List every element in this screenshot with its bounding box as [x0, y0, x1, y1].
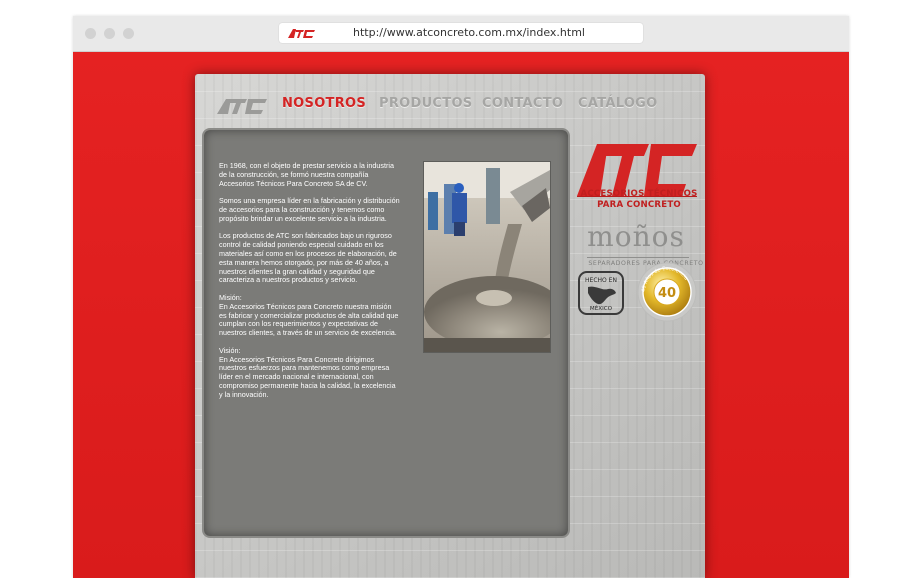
- mexico-text: MÉXICO: [590, 304, 613, 312]
- page-background: NOSOTROS PRODUCTOS CONTACTO CATÁLOGO En …: [73, 52, 849, 578]
- main-nav: NOSOTROS PRODUCTOS CONTACTO CATÁLOGO: [195, 74, 705, 124]
- window-close-dot[interactable]: [85, 28, 96, 39]
- paragraph-leader: Somos una empresa líder en la fabricació…: [219, 196, 400, 223]
- url-text[interactable]: http://www.atconcreto.com.mx/index.html: [353, 26, 585, 39]
- paragraph-quality: Los productos de ATC son fabricados bajo…: [219, 231, 397, 285]
- about-text: En 1968, con el objeto de prestar servic…: [219, 161, 401, 408]
- forty-years-seal: 40 Años de Excelencia 40: [637, 262, 697, 322]
- monos-logo[interactable]: moños: [581, 220, 691, 253]
- window-minimize-dot[interactable]: [104, 28, 115, 39]
- mision-section: Misión: En Accesorios Técnicos para Conc…: [219, 293, 401, 338]
- brand-subtitle-line1: ACCESORIOS TÉCNICOS: [580, 189, 698, 199]
- mision-text: En Accesorios Técnicos para Concreto nue…: [219, 301, 399, 338]
- content-box: En 1968, con el objeto de prestar servic…: [202, 128, 570, 538]
- browser-toolbar: http://www.atconcreto.com.mx/index.html: [73, 16, 849, 52]
- window-maximize-dot[interactable]: [123, 28, 134, 39]
- vision-section: Visión: En Accesorios Técnicos Para Conc…: [219, 346, 401, 400]
- eagle-icon: [588, 286, 616, 305]
- address-bar[interactable]: http://www.atconcreto.com.mx/index.html: [279, 23, 643, 43]
- nav-catalogo[interactable]: CATÁLOGO: [578, 96, 658, 111]
- vision-text: En Accesorios Técnicos Para Concreto dir…: [219, 354, 396, 399]
- atc-nav-logo-icon[interactable]: [217, 97, 269, 115]
- hecho-en-mexico-badge: HECHO EN MÉXICO: [578, 271, 624, 315]
- nav-contacto[interactable]: CONTACTO: [482, 96, 563, 111]
- hecho-en-text: HECHO EN: [585, 277, 617, 284]
- paragraph-history: En 1968, con el objeto de prestar servic…: [219, 161, 394, 188]
- concrete-panel: NOSOTROS PRODUCTOS CONTACTO CATÁLOGO En …: [195, 74, 705, 578]
- brand-subtitle-line2: PARA CONCRETO: [597, 200, 681, 210]
- browser-window: http://www.atconcreto.com.mx/index.html …: [73, 16, 849, 578]
- nav-nosotros[interactable]: NOSOTROS: [282, 96, 366, 111]
- anniversary-number: 40: [658, 286, 676, 301]
- monos-divider: [587, 257, 689, 258]
- nav-productos[interactable]: PRODUCTOS: [379, 96, 472, 111]
- atc-favicon-icon: [288, 29, 315, 38]
- concrete-pour-photo: [423, 161, 551, 353]
